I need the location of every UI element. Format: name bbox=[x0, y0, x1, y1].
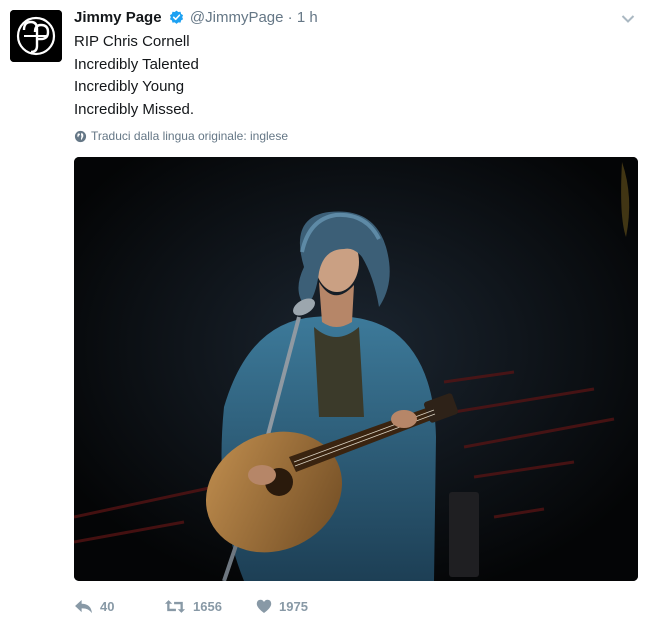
reply-icon bbox=[75, 599, 92, 613]
translate-link[interactable]: Traduci dalla lingua originale: inglese bbox=[74, 129, 288, 143]
tweet-line: Incredibly Young bbox=[74, 78, 185, 95]
tweet-text: RIP Chris Cornell Incredibly Talented In… bbox=[74, 31, 199, 121]
retweet-button[interactable]: 1656 bbox=[164, 599, 256, 614]
like-count: 1975 bbox=[279, 598, 308, 614]
concert-photo-image bbox=[74, 157, 638, 581]
tweet-line: Incredibly Missed. bbox=[74, 100, 195, 118]
tweet-line: RIP Chris Cornell bbox=[74, 33, 190, 50]
heart-icon bbox=[256, 599, 272, 613]
more-options-button[interactable] bbox=[621, 11, 635, 29]
tweet-actions: 40 1656 1975 bbox=[74, 595, 346, 617]
verified-badge-icon bbox=[169, 10, 184, 30]
tweet-header: Jimmy Page @JimmyPage · 1 h bbox=[74, 9, 318, 30]
translate-label: Traduci dalla lingua originale: inglese bbox=[91, 129, 289, 143]
reply-count: 40 bbox=[100, 598, 115, 614]
reply-button[interactable]: 40 bbox=[74, 599, 164, 614]
separator-dot: · bbox=[287, 9, 293, 26]
jp-logo-icon bbox=[10, 10, 62, 62]
retweet-count: 1656 bbox=[193, 598, 222, 614]
like-button[interactable]: 1975 bbox=[256, 599, 346, 614]
tweet-photo[interactable] bbox=[74, 157, 638, 581]
avatar[interactable] bbox=[10, 10, 62, 62]
retweet-icon bbox=[164, 599, 186, 613]
author-handle[interactable]: @JimmyPage bbox=[190, 9, 284, 26]
author-name[interactable]: Jimmy Page bbox=[74, 9, 162, 26]
tweet-timestamp[interactable]: 1 h bbox=[297, 9, 318, 26]
chevron-down-icon bbox=[621, 15, 635, 23]
globe-icon bbox=[74, 130, 87, 142]
tweet-line: Incredibly Talented bbox=[74, 55, 199, 73]
